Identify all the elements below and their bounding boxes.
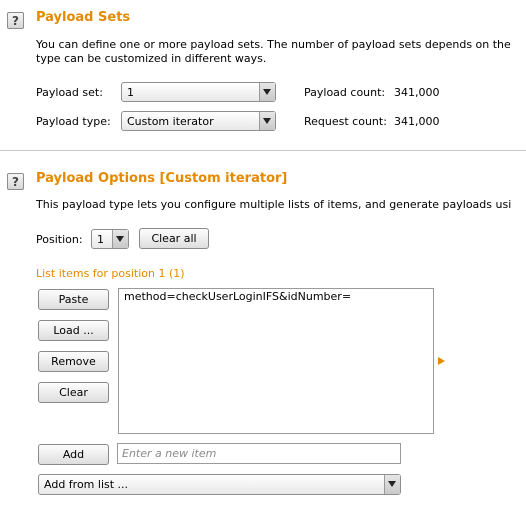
clear-all-button[interactable]: Clear all xyxy=(139,228,209,249)
section-divider xyxy=(0,150,526,151)
payload-set-value: 1 xyxy=(127,86,134,99)
new-item-input[interactable] xyxy=(117,443,401,464)
payload-count-label: Payload count: xyxy=(304,86,386,99)
payload-options-description: This payload type lets you configure mul… xyxy=(36,198,512,211)
list-items-heading: List items for position 1 (1) xyxy=(36,267,185,280)
add-from-list-select[interactable]: Add from list ... xyxy=(38,474,401,495)
add-button[interactable]: Add xyxy=(38,444,109,465)
payload-set-label: Payload set: xyxy=(36,86,103,99)
position-label: Position: xyxy=(36,233,83,246)
chevron-down-icon xyxy=(259,112,275,130)
chevron-down-icon xyxy=(384,475,400,494)
payload-sets-title: Payload Sets xyxy=(36,10,131,25)
paste-button[interactable]: Paste xyxy=(38,289,109,310)
request-count-value: 341,000 xyxy=(394,115,440,128)
add-from-list-value: Add from list ... xyxy=(44,478,129,491)
payload-type-label: Payload type: xyxy=(36,115,111,128)
help-icon[interactable]: ? xyxy=(7,173,24,190)
payload-list[interactable]: method=checkUserLoginIFS&idNumber= xyxy=(118,288,434,434)
help-icon[interactable]: ? xyxy=(7,12,24,29)
position-select[interactable]: 1 xyxy=(91,229,129,249)
payload-set-select[interactable]: 1 xyxy=(121,82,276,102)
payload-options-title: Payload Options [Custom iterator] xyxy=(36,171,288,186)
remove-button[interactable]: Remove xyxy=(38,351,109,372)
chevron-down-icon xyxy=(112,230,128,248)
payload-count-value: 341,000 xyxy=(394,86,440,99)
expand-arrow-icon[interactable] xyxy=(438,357,445,365)
position-value: 1 xyxy=(97,233,104,246)
load-button[interactable]: Load ... xyxy=(38,320,109,341)
list-item[interactable]: method=checkUserLoginIFS&idNumber= xyxy=(124,290,351,303)
payload-sets-description-1: You can define one or more payload sets.… xyxy=(36,38,511,51)
request-count-label: Request count: xyxy=(304,115,387,128)
payload-type-select[interactable]: Custom iterator xyxy=(121,111,276,131)
payload-sets-description-2: type can be customized in different ways… xyxy=(36,52,267,65)
payload-type-value: Custom iterator xyxy=(127,115,214,128)
chevron-down-icon xyxy=(259,83,275,101)
clear-button[interactable]: Clear xyxy=(38,382,109,403)
